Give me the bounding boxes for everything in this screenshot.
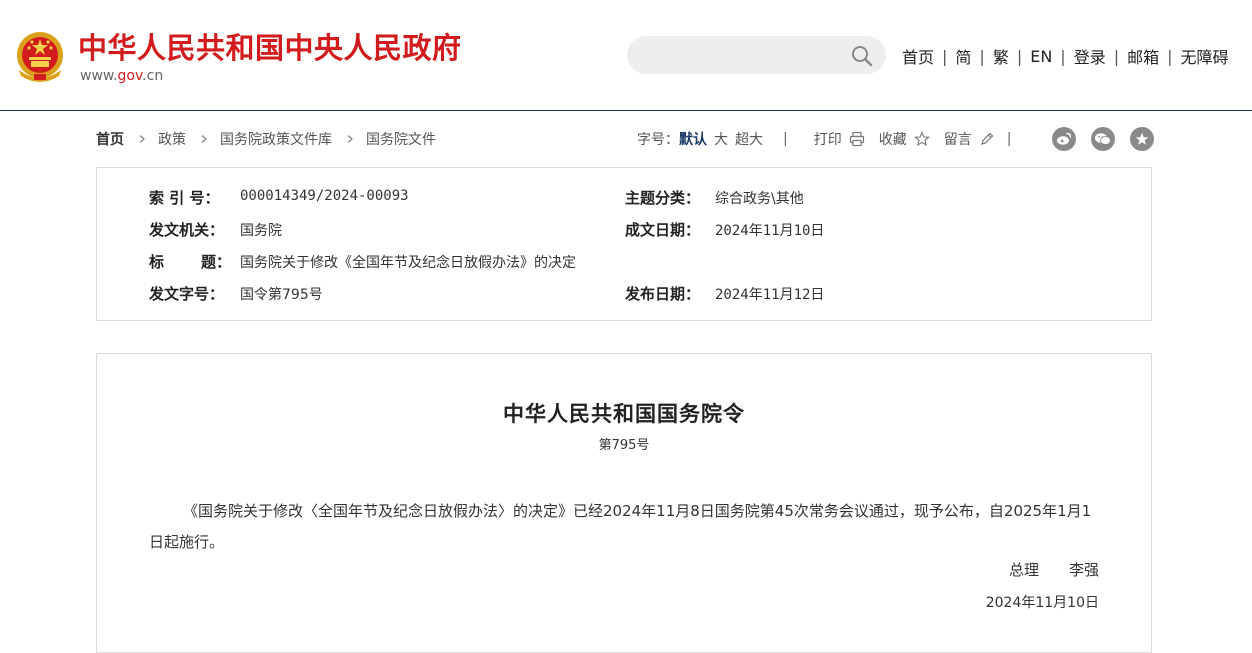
domain-gov: gov <box>117 68 143 84</box>
document-info-box: 索 引 号： 000014349/2024-00093 主题分类： 综合政务\其… <box>96 167 1152 321</box>
article-toolbar: 字号： 默认 大 超大 | 打印 收藏 留言 | <box>637 130 1011 148</box>
site-domain: www.gov.cn <box>80 68 163 84</box>
signature: 总理 李强 <box>1009 559 1099 580</box>
nav-home[interactable]: 首页 <box>902 44 934 68</box>
star-outline-icon[interactable] <box>913 131 930 147</box>
print-icon[interactable] <box>849 131 865 147</box>
created-date-value: 2024年11月10日 <box>715 223 825 239</box>
wechat-icon[interactable] <box>1091 127 1115 151</box>
national-emblem-logo[interactable] <box>15 30 65 84</box>
nav-accessibility[interactable]: 无障碍 <box>1181 44 1229 68</box>
nav-login[interactable]: 登录 <box>1074 44 1106 68</box>
doc-number-value: 国令第795号 <box>240 287 323 303</box>
search-box[interactable] <box>627 36 886 74</box>
search-icon[interactable] <box>851 45 873 67</box>
font-size-default[interactable]: 默认 <box>679 129 707 149</box>
nav-simplified[interactable]: 简 <box>955 44 971 68</box>
top-nav: 首页 | 简 | 繁 | EN | 登录 | 邮箱 | 无障碍 <box>902 44 1229 68</box>
breadcrumb-state-council-docs[interactable]: 国务院文件 <box>366 129 436 149</box>
print-label[interactable]: 打印 <box>814 129 842 149</box>
domain-prefix: www. <box>80 68 118 84</box>
breadcrumb-home[interactable]: 首页 <box>96 129 124 149</box>
nav-separator: | <box>942 46 948 66</box>
share-icons <box>1052 127 1154 151</box>
published-date-label: 发布日期： <box>625 285 701 303</box>
order-title: 中华人民共和国国务院令 <box>503 402 745 426</box>
toolbar-separator: | <box>1006 131 1012 147</box>
search-input[interactable] <box>645 44 845 66</box>
font-size-large[interactable]: 大 <box>714 129 728 149</box>
font-size-label: 字号： <box>637 132 679 148</box>
site-title[interactable]: 中华人民共和国中央人民政府 <box>78 28 462 68</box>
nav-english[interactable]: EN <box>1030 47 1052 66</box>
signature-date: 2024年11月10日 <box>985 595 1099 611</box>
created-date-label: 成文日期： <box>625 221 701 239</box>
article-body: 中华人民共和国国务院令 第795号 《国务院关于修改〈全国年节及纪念日放假办法〉… <box>96 353 1152 653</box>
domain-suffix: .cn <box>142 68 164 84</box>
comment-label[interactable]: 留言 <box>944 129 972 149</box>
nav-separator: | <box>979 46 985 66</box>
index-number-label: 索 引 号： <box>149 189 220 207</box>
breadcrumb-policy[interactable]: 政策 <box>158 129 186 149</box>
pencil-icon[interactable] <box>979 131 995 147</box>
issuer-label: 发文机关： <box>149 221 225 239</box>
breadcrumb: 首页 政策 国务院政策文件库 国务院文件 <box>96 130 436 148</box>
order-number: 第795号 <box>598 438 650 453</box>
issuer-value: 国务院 <box>240 223 282 239</box>
chevron-right-icon <box>201 135 207 143</box>
favorite-star-icon[interactable] <box>1130 127 1154 151</box>
chevron-right-icon <box>347 135 353 143</box>
nav-separator: | <box>1060 46 1066 66</box>
index-number-value: 000014349/2024-00093 <box>240 188 409 204</box>
site-header: 中华人民共和国中央人民政府 www.gov.cn 首页 | 简 | 繁 | EN… <box>0 0 1252 111</box>
topic-category-label: 主题分类： <box>625 189 701 207</box>
favorite-label[interactable]: 收藏 <box>879 129 907 149</box>
signer-name: 李强 <box>1068 561 1099 579</box>
article-paragraph: 《国务院关于修改〈全国年节及纪念日放假办法〉的决定》已经2024年11月8日国务… <box>149 502 1092 551</box>
weibo-icon[interactable] <box>1052 127 1076 151</box>
breadcrumb-policy-library[interactable]: 国务院政策文件库 <box>220 129 332 149</box>
title-value: 国务院关于修改《全国年节及纪念日放假办法》的决定 <box>240 255 576 271</box>
title-label-char: 标 <box>149 253 165 271</box>
doc-number-label: 发文字号： <box>149 285 225 303</box>
published-date-value: 2024年11月12日 <box>715 287 825 303</box>
title-label: 题： <box>201 253 232 271</box>
font-size-xlarge[interactable]: 超大 <box>735 129 763 149</box>
topic-category-value: 综合政务\其他 <box>715 191 804 207</box>
nav-mailbox[interactable]: 邮箱 <box>1127 44 1159 68</box>
nav-separator: | <box>1113 46 1120 66</box>
signer-title: 总理 <box>1008 561 1039 579</box>
chevron-right-icon <box>139 135 145 143</box>
nav-traditional[interactable]: 繁 <box>993 44 1009 68</box>
nav-separator: | <box>1016 46 1023 66</box>
nav-separator: | <box>1167 46 1173 66</box>
toolbar-separator: | <box>783 131 788 147</box>
